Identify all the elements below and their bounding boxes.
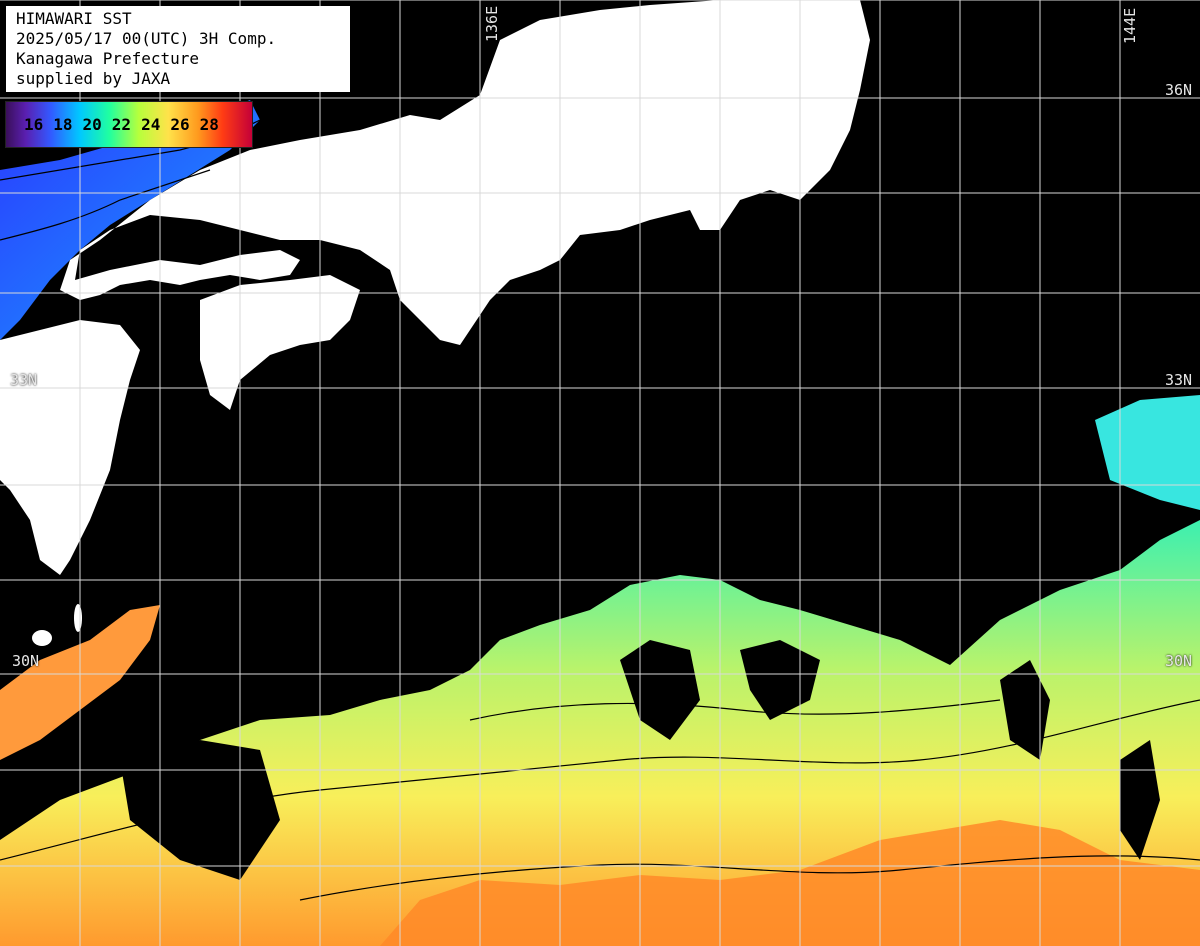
color-legend: 16 18 20 22 24 26 28 xyxy=(5,101,253,148)
legend-tick: 16 xyxy=(24,115,44,134)
lon-label-144e: 144E xyxy=(1121,7,1139,44)
lat-label-30n-west: 30N xyxy=(12,652,40,670)
legend-tick: 26 xyxy=(170,115,190,134)
legend-tick: 18 xyxy=(53,115,73,134)
title-line-2: 2025/05/17 00(UTC) 3H Comp. xyxy=(16,29,277,48)
title-line-4: supplied by JAXA xyxy=(16,69,171,88)
legend-tick: 22 xyxy=(111,115,132,134)
legend-tick: 24 xyxy=(141,115,161,134)
legend-tick: 28 xyxy=(199,115,219,134)
title-line-3: Kanagawa Prefecture xyxy=(16,49,200,68)
title-box: HIMAWARI SST 2025/05/17 00(UTC) 3H Comp.… xyxy=(6,6,350,92)
title-line-1: HIMAWARI SST xyxy=(16,9,132,28)
lat-label-33n-east: 33N xyxy=(1165,371,1193,389)
lat-label-36n: 36N xyxy=(1165,81,1193,99)
legend-tick: 20 xyxy=(82,115,102,134)
lat-label-30n-east: 30N xyxy=(1165,652,1193,670)
lat-label-33n-west: 33N xyxy=(10,371,38,389)
lon-label-136e: 136E xyxy=(483,5,501,42)
